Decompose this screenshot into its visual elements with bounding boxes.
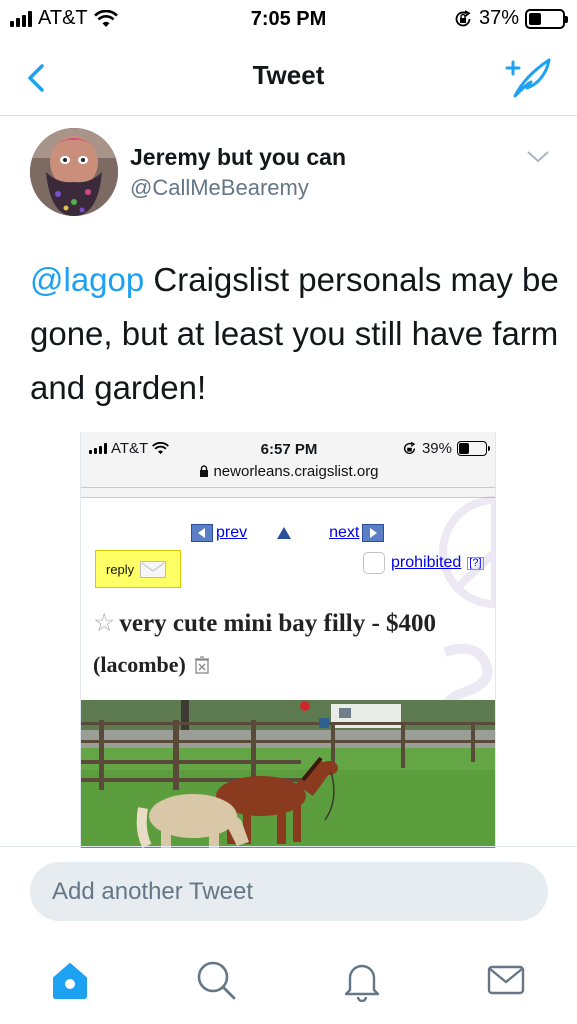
listing-title-text: very cute mini bay filly - $400	[119, 610, 437, 637]
tweet-text: @lagop Craigslist personals may be gone,…	[30, 253, 560, 415]
up-arrow-icon[interactable]	[277, 527, 292, 539]
reply-divider	[0, 846, 577, 847]
embedded-battery-icon	[457, 441, 490, 456]
listing-location-text: (lacombe)	[93, 652, 186, 677]
battery-icon	[525, 8, 568, 29]
listing-location: (lacombe)	[93, 652, 210, 678]
craigslist-reply-button[interactable]: reply	[95, 550, 181, 588]
help-link[interactable]: [?]	[467, 556, 484, 570]
tab-bar	[0, 940, 577, 1024]
author-name[interactable]: Jeremy but you can	[130, 144, 346, 171]
listing-photo[interactable]	[81, 700, 496, 848]
listing-title: ☆ very cute mini bay filly - $400	[93, 608, 493, 638]
next-arrow-icon[interactable]	[362, 524, 385, 542]
lock-icon	[200, 465, 209, 477]
prohibited-flag: prohibited [?]	[363, 552, 484, 574]
notifications-icon[interactable]	[340, 958, 384, 1002]
embedded-battery-percent: 39%	[421, 440, 452, 457]
battery-percent: 37%	[478, 7, 519, 29]
hide-listing-icon[interactable]	[194, 656, 210, 674]
embedded-url-bar: neworleans.craigslist.org	[81, 463, 495, 480]
author-handle[interactable]: @CallMeBearemy	[130, 175, 309, 201]
next-link[interactable]: next	[329, 524, 359, 542]
embedded-battery-group: 39%	[402, 440, 490, 457]
prohibited-link[interactable]: prohibited	[391, 554, 461, 572]
mention-link[interactable]: @lagop	[30, 261, 144, 298]
chevron-down-icon[interactable]	[525, 148, 551, 166]
nav-bar: Tweet	[0, 40, 577, 116]
messages-icon[interactable]	[484, 958, 528, 1002]
prev-arrow-icon[interactable]	[191, 524, 213, 542]
favorite-star-icon[interactable]: ☆	[93, 610, 115, 637]
page-title: Tweet	[252, 60, 325, 90]
embedded-status-bar: AT&T 6:57 PM 39% neworleans.craigslist.o…	[81, 432, 495, 488]
tweet-media-image[interactable]: AT&T 6:57 PM 39% neworleans.craigslist.o…	[80, 432, 496, 848]
envelope-icon	[140, 560, 167, 578]
battery-group: 37%	[453, 7, 568, 30]
prev-link[interactable]: prev	[216, 524, 247, 542]
add-another-tweet-input[interactable]: Add another Tweet	[30, 862, 548, 921]
reply-placeholder: Add another Tweet	[52, 877, 254, 905]
home-icon[interactable]	[48, 958, 92, 1002]
reply-label: reply	[106, 561, 135, 577]
embedded-url: neworleans.craigslist.org	[213, 463, 379, 480]
embedded-prev-next-nav: prev next	[191, 524, 385, 542]
prohibited-checkbox[interactable]	[363, 552, 385, 574]
orientation-lock-icon	[455, 9, 471, 26]
search-icon[interactable]	[194, 958, 238, 1002]
avatar[interactable]	[30, 128, 118, 216]
status-bar: AT&T 7:05 PM 37%	[0, 0, 577, 38]
embedded-orientation-lock-icon	[403, 441, 416, 455]
compose-tweet-icon[interactable]	[501, 54, 553, 100]
